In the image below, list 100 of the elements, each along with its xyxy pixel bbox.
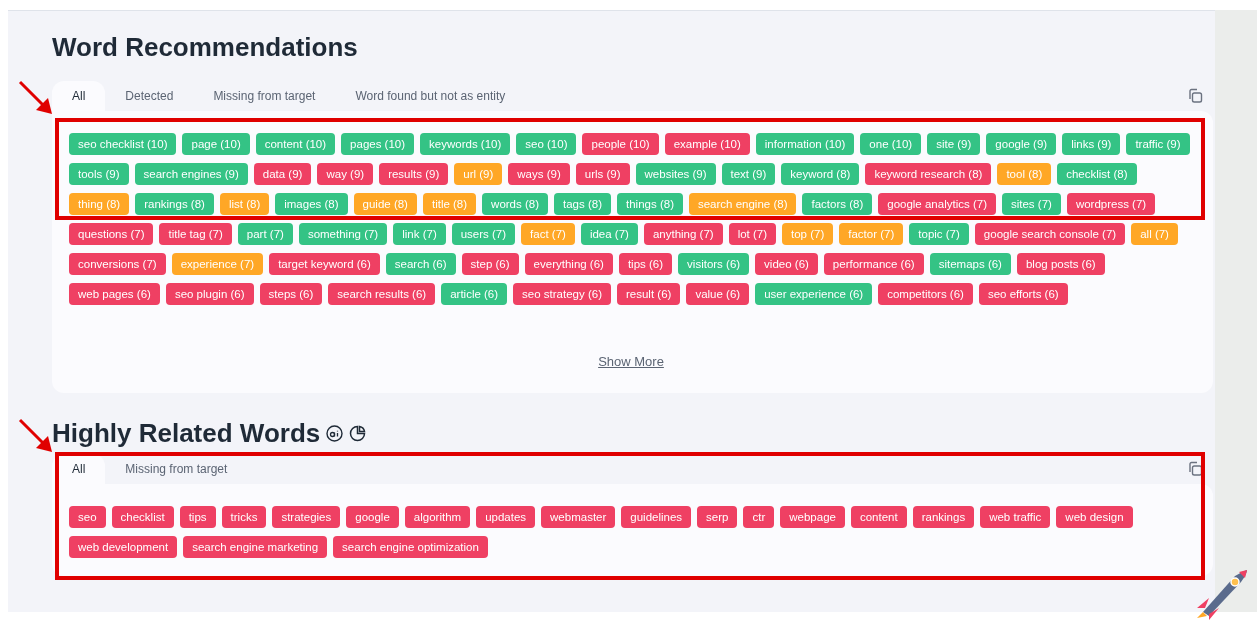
word-tag[interactable]: traffic (9) bbox=[1126, 133, 1190, 155]
word-tag[interactable]: google analytics (7) bbox=[878, 193, 996, 215]
word-tag[interactable]: things (8) bbox=[617, 193, 683, 215]
word-tag[interactable]: urls (9) bbox=[575, 163, 630, 185]
word-tag[interactable]: keywords (10) bbox=[420, 133, 511, 155]
word-tag[interactable]: data (9) bbox=[253, 163, 312, 185]
word-tag[interactable]: tool (8) bbox=[997, 163, 1052, 185]
word-tag[interactable]: top (7) bbox=[782, 223, 834, 245]
word-tag[interactable]: algorithm bbox=[404, 506, 471, 528]
word-tag[interactable]: google (9) bbox=[986, 133, 1057, 155]
word-tag[interactable]: checklist bbox=[111, 506, 174, 528]
word-tag[interactable]: pages (10) bbox=[341, 133, 415, 155]
word-tag[interactable]: guide (8) bbox=[353, 193, 417, 215]
word-tag[interactable]: guidelines bbox=[621, 506, 692, 528]
word-tag[interactable]: text (9) bbox=[721, 163, 776, 185]
tab[interactable]: Missing from target bbox=[105, 454, 248, 484]
word-tag[interactable]: steps (6) bbox=[259, 283, 323, 305]
word-tag[interactable]: seo (10) bbox=[516, 133, 577, 155]
word-tag[interactable]: webmaster bbox=[541, 506, 616, 528]
word-tag[interactable]: users (7) bbox=[451, 223, 516, 245]
word-tag[interactable]: strategies bbox=[272, 506, 341, 528]
word-tag[interactable]: updates bbox=[476, 506, 536, 528]
word-tag[interactable]: search results (6) bbox=[328, 283, 436, 305]
word-tag[interactable]: images (8) bbox=[275, 193, 348, 215]
word-tag[interactable]: tricks bbox=[221, 506, 267, 528]
word-tag[interactable]: everything (6) bbox=[524, 253, 613, 275]
copy-icon[interactable] bbox=[1187, 461, 1203, 477]
word-tag[interactable]: ways (9) bbox=[508, 163, 570, 185]
show-more-link[interactable]: Show More bbox=[598, 351, 664, 371]
word-tag[interactable]: something (7) bbox=[298, 223, 388, 245]
word-tag[interactable]: example (10) bbox=[664, 133, 750, 155]
word-tag[interactable]: information (10) bbox=[755, 133, 855, 155]
word-tag[interactable]: all (7) bbox=[1131, 223, 1178, 245]
word-tag[interactable]: video (6) bbox=[755, 253, 818, 275]
word-tag[interactable]: words (8) bbox=[482, 193, 549, 215]
word-tag[interactable]: web traffic bbox=[980, 506, 1051, 528]
word-tag[interactable]: site (9) bbox=[927, 133, 981, 155]
word-tag[interactable]: idea (7) bbox=[580, 223, 638, 245]
pie-chart-icon[interactable] bbox=[349, 424, 367, 442]
word-tag[interactable]: user experience (6) bbox=[755, 283, 873, 305]
word-tag[interactable]: value (6) bbox=[686, 283, 750, 305]
tab[interactable]: Missing from target bbox=[193, 81, 336, 111]
word-tag[interactable]: content bbox=[850, 506, 907, 528]
word-tag[interactable]: keyword research (8) bbox=[865, 163, 992, 185]
word-tag[interactable]: performance (6) bbox=[823, 253, 924, 275]
word-tag[interactable]: sitemaps (6) bbox=[929, 253, 1011, 275]
word-tag[interactable]: checklist (8) bbox=[1057, 163, 1137, 185]
word-tag[interactable]: tips (6) bbox=[618, 253, 673, 275]
word-tag[interactable]: web pages (6) bbox=[69, 283, 160, 305]
word-tag[interactable]: search engines (9) bbox=[134, 163, 248, 185]
word-tag[interactable]: part (7) bbox=[237, 223, 293, 245]
word-tag[interactable]: seo plugin (6) bbox=[165, 283, 254, 305]
word-tag[interactable]: google search console (7) bbox=[974, 223, 1126, 245]
word-tag[interactable]: anything (7) bbox=[643, 223, 723, 245]
word-tag[interactable]: questions (7) bbox=[69, 223, 154, 245]
word-tag[interactable]: rankings bbox=[912, 506, 975, 528]
word-tag[interactable]: google bbox=[346, 506, 399, 528]
word-tag[interactable]: lot (7) bbox=[728, 223, 777, 245]
word-tag[interactable]: target keyword (6) bbox=[269, 253, 380, 275]
word-tag[interactable]: conversions (7) bbox=[69, 253, 166, 275]
word-tag[interactable]: seo bbox=[69, 506, 106, 528]
word-tag[interactable]: competitors (6) bbox=[878, 283, 973, 305]
word-tag[interactable]: rankings (8) bbox=[135, 193, 214, 215]
word-tag[interactable]: websites (9) bbox=[635, 163, 716, 185]
word-tag[interactable]: list (8) bbox=[219, 193, 270, 215]
word-tag[interactable]: ctr bbox=[743, 506, 775, 528]
word-tag[interactable]: experience (7) bbox=[171, 253, 264, 275]
word-tag[interactable]: serp bbox=[697, 506, 738, 528]
word-tag[interactable]: search engine marketing bbox=[183, 536, 328, 558]
rocket-icon[interactable] bbox=[1195, 568, 1249, 620]
word-tag[interactable]: search (6) bbox=[385, 253, 456, 275]
word-tag[interactable]: search engine (8) bbox=[688, 193, 797, 215]
word-tag[interactable]: step (6) bbox=[461, 253, 519, 275]
word-tag[interactable]: web design bbox=[1056, 506, 1133, 528]
word-tag[interactable]: seo efforts (6) bbox=[978, 283, 1068, 305]
word-tag[interactable]: link (7) bbox=[393, 223, 446, 245]
copy-icon[interactable] bbox=[1187, 88, 1203, 104]
word-tag[interactable]: one (10) bbox=[860, 133, 922, 155]
word-tag[interactable]: seo checklist (10) bbox=[69, 133, 177, 155]
word-tag[interactable]: factors (8) bbox=[802, 193, 873, 215]
tab[interactable]: Word found but not as entity bbox=[335, 81, 526, 111]
word-tag[interactable]: webpage bbox=[780, 506, 845, 528]
word-tag[interactable]: keyword (8) bbox=[781, 163, 860, 185]
word-tag[interactable]: seo strategy (6) bbox=[513, 283, 611, 305]
word-tag[interactable]: people (10) bbox=[582, 133, 659, 155]
word-tag[interactable]: article (6) bbox=[441, 283, 508, 305]
word-tag[interactable]: web development bbox=[69, 536, 178, 558]
word-tag[interactable]: page (10) bbox=[182, 133, 250, 155]
word-tag[interactable]: topic (7) bbox=[909, 223, 969, 245]
word-tag[interactable]: wordpress (7) bbox=[1066, 193, 1156, 215]
word-tag[interactable]: title tag (7) bbox=[159, 223, 232, 245]
word-tag[interactable]: tips bbox=[179, 506, 216, 528]
word-tag[interactable]: results (9) bbox=[379, 163, 449, 185]
word-tag[interactable]: tags (8) bbox=[554, 193, 612, 215]
word-tag[interactable]: way (9) bbox=[317, 163, 374, 185]
word-tag[interactable]: result (6) bbox=[617, 283, 681, 305]
word-tag[interactable]: title (8) bbox=[422, 193, 477, 215]
word-tag[interactable]: tools (9) bbox=[69, 163, 129, 185]
word-tag[interactable]: content (10) bbox=[255, 133, 336, 155]
word-tag[interactable]: fact (7) bbox=[521, 223, 575, 245]
